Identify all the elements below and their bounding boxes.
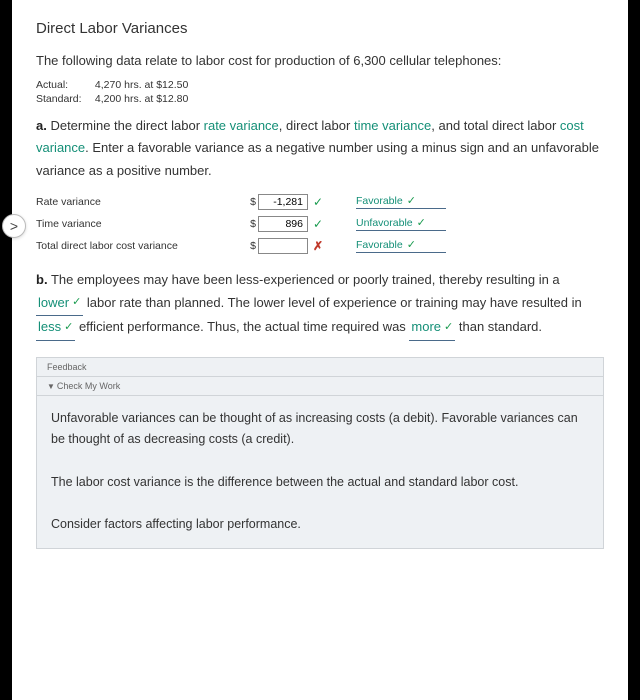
- check-icon: ✓: [407, 238, 416, 251]
- feedback-body: Unfavorable variances can be thought of …: [37, 396, 603, 548]
- feedback-header[interactable]: Feedback: [37, 358, 603, 377]
- cross-icon: ✗: [310, 239, 326, 253]
- standard-row: Standard: 4,200 hrs. at $12.80: [36, 93, 604, 105]
- feedback-p2: The labor cost variance is the differenc…: [51, 472, 589, 493]
- feedback-p3: Consider factors affecting labor perform…: [51, 514, 589, 535]
- next-button[interactable]: >: [2, 214, 26, 238]
- actual-row: Actual: 4,270 hrs. at $12.50: [36, 79, 604, 91]
- actual-value: 4,270 hrs. at $12.50: [95, 79, 188, 91]
- time-variance-input[interactable]: [258, 216, 308, 232]
- rate-variance-select[interactable]: Favorable✓: [356, 194, 446, 209]
- check-icon: ✓: [407, 194, 416, 207]
- chevron-right-icon: >: [10, 218, 18, 234]
- time-variance-term: time variance: [354, 118, 431, 133]
- check-icon: ✓: [72, 293, 81, 312]
- dollar-sign: $: [246, 218, 256, 230]
- part-b-prefix: b.: [36, 272, 48, 287]
- total-variance-label: Total direct labor cost variance: [36, 240, 246, 252]
- rate-variance-term: rate variance: [204, 118, 279, 133]
- time-variance-label: Time variance: [36, 218, 246, 230]
- check-icon: ✓: [444, 318, 453, 337]
- part-a-text: a. Determine the direct labor rate varia…: [36, 115, 604, 183]
- check-icon: ✓: [417, 216, 426, 229]
- check-icon: ✓: [64, 318, 73, 337]
- dollar-sign: $: [246, 196, 256, 208]
- rate-variance-label: Rate variance: [36, 196, 246, 208]
- check-my-work-toggle[interactable]: ▼Check My Work: [37, 377, 603, 396]
- table-row: Rate variance $ ✓ Favorable✓: [36, 191, 604, 213]
- check-icon: ✓: [310, 217, 326, 231]
- table-row: Time variance $ ✓ Unfavorable✓: [36, 213, 604, 235]
- time-variance-select[interactable]: Unfavorable✓: [356, 216, 446, 231]
- part-a-prefix: a.: [36, 118, 47, 133]
- content-page: > Direct Labor Variances The following d…: [12, 0, 628, 700]
- table-row: Total direct labor cost variance $ ✗ Fav…: [36, 235, 604, 257]
- standard-value: 4,200 hrs. at $12.80: [95, 93, 188, 105]
- feedback-p1: Unfavorable variances can be thought of …: [51, 408, 589, 451]
- part-b-text: b. The employees may have been less-expe…: [36, 269, 604, 341]
- total-variance-select[interactable]: Favorable✓: [356, 238, 446, 253]
- fill-less[interactable]: less✓: [36, 316, 75, 341]
- standard-label: Standard:: [36, 93, 92, 105]
- rate-variance-input[interactable]: [258, 194, 308, 210]
- check-icon: ✓: [310, 195, 326, 209]
- fill-lower[interactable]: lower✓: [36, 292, 83, 317]
- actual-label: Actual:: [36, 79, 92, 91]
- intro-text: The following data relate to labor cost …: [36, 51, 604, 71]
- variance-table: Rate variance $ ✓ Favorable✓ Time varian…: [36, 191, 604, 257]
- caret-down-icon: ▼: [47, 382, 55, 391]
- total-variance-input[interactable]: [258, 238, 308, 254]
- page-title: Direct Labor Variances: [36, 20, 604, 37]
- dollar-sign: $: [246, 240, 256, 252]
- feedback-panel: Feedback ▼Check My Work Unfavorable vari…: [36, 357, 604, 549]
- fill-more[interactable]: more✓: [409, 316, 455, 341]
